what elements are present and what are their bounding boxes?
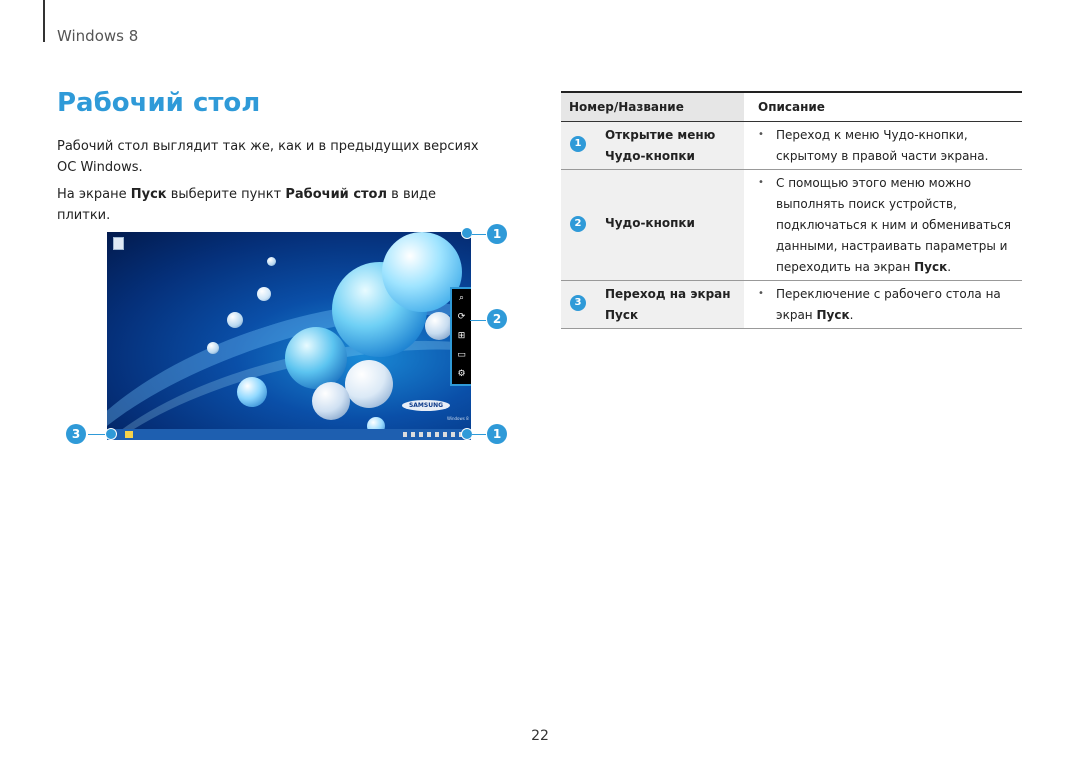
taskbar [107,429,471,440]
start-term: Пуск [914,260,948,274]
wallpaper-bubble [345,360,393,408]
samsung-logo: SAMSUNG [402,400,450,411]
wallpaper-bubble [207,342,219,354]
callout-leader [472,234,486,235]
start-term: Пуск [816,308,850,322]
callout-leader [470,320,486,321]
row-number: 2 [570,216,586,232]
callout-2: 2 [487,309,507,329]
wallpaper-bubble [425,312,453,340]
bottom-left-hotspot [105,428,117,440]
row-name: Переход на экран [605,287,731,301]
page-number: 22 [531,728,549,744]
description-text: переходить на экран [776,260,915,274]
wallpaper-bubble [227,312,243,328]
instruction-text: На экране [57,187,131,202]
row-description: скрытому в правой части экрана. [776,149,989,163]
bullet: • [758,129,764,140]
bullet: • [758,288,764,299]
table-row: 2 Чудо-кнопки • С помощью этого меню мож… [561,170,1022,281]
row-description: выполнять поиск устройств, [776,197,957,211]
description-table: Номер/Название Описание 1 Открытие меню … [561,91,1022,329]
row-description: экран Пуск. [776,305,1022,326]
row-description: С помощью этого меню можно [776,176,972,190]
description-text: . [849,308,854,322]
callout-1-bottom: 1 [487,424,507,444]
explorer-icon[interactable] [125,431,133,438]
row-description: подключаться к ним и обмениваться [776,218,1011,232]
row-name: Чудо-кнопки [605,149,695,163]
row-number: 3 [570,295,586,311]
callout-1-top: 1 [487,224,507,244]
windows-label: Windows 8 [447,416,469,421]
instruction-start-term: Пуск [130,187,167,202]
callout-leader [88,434,105,435]
charms-bar[interactable]: ⌕ ⟳ ⊞ ▭ ⚙ [450,287,471,386]
section-divider [43,0,45,42]
system-tray[interactable] [403,432,463,437]
row-description: переходить на экран Пуск. [776,257,1022,278]
search-charm-icon[interactable]: ⌕ [452,289,471,308]
row-description: Переключение с рабочего стола на [776,287,1001,301]
instruction-text: выберите пункт [166,187,286,202]
start-charm-icon[interactable]: ⊞ [452,327,471,346]
wallpaper-bubble [312,382,350,420]
recycle-bin-icon[interactable] [113,237,124,250]
row-description: данными, настраивать параметры и [776,239,1008,253]
callout-leader [472,434,486,435]
page-title: Рабочий стол [57,88,261,118]
row-number: 1 [570,136,586,152]
column-header-description: Описание [758,100,825,114]
callout-3: 3 [66,424,86,444]
row-name: Чудо-кнопки [605,216,695,230]
wallpaper-bubble [285,327,347,389]
desktop-screenshot: SAMSUNG Windows 8 ⌕ ⟳ ⊞ ▭ ⚙ [107,232,471,440]
table-row: 3 Переход на экран Пуск • Переключение с… [561,281,1022,329]
description-text: экран [776,308,817,322]
table-row: 1 Открытие меню Чудо-кнопки • Переход к … [561,122,1022,170]
top-right-hotspot [461,227,473,239]
intro-paragraph: Рабочий стол выглядит так же, как и в пр… [57,139,479,175]
row-description: Переход к меню Чудо-кнопки, [776,128,968,142]
settings-charm-icon[interactable]: ⚙ [452,365,471,384]
instruction-desktop-term: Рабочий стол [285,187,388,202]
row-name: Пуск [605,308,639,322]
wallpaper-bubble [267,257,276,266]
instruction-paragraph: На экране Пуск выберите пункт Рабочий ст… [57,184,487,226]
table-header: Номер/Название Описание [561,91,1022,122]
row-name: Открытие меню [605,128,716,142]
devices-charm-icon[interactable]: ▭ [452,346,471,365]
column-header-name: Номер/Название [561,93,744,121]
wallpaper-bubble [237,377,267,407]
wallpaper-bubble [257,287,271,301]
share-charm-icon[interactable]: ⟳ [452,308,471,327]
description-text: . [947,260,952,274]
bullet: • [758,177,764,188]
section-label: Windows 8 [57,27,139,45]
